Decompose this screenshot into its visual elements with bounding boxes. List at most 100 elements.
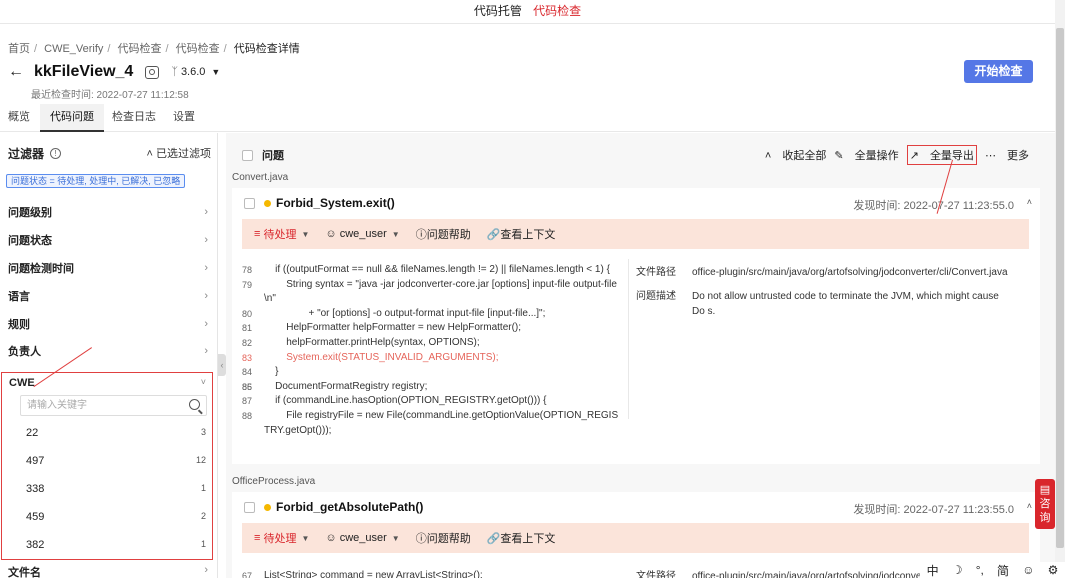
status-icon: ≡	[254, 532, 264, 544]
context-link[interactable]: 🔗 查看上下文	[487, 530, 556, 546]
caret-down-icon: ▼	[301, 533, 310, 543]
export-all-button[interactable]: ↗ 全量导出	[906, 145, 977, 165]
help-icon: ⓘ	[415, 229, 427, 241]
info-icon[interactable]: !	[50, 148, 62, 159]
context-link[interactable]: 🔗 查看上下文	[487, 226, 556, 242]
rule-name[interactable]: Forbid_System.exit()	[276, 196, 395, 210]
nav-code-hosting[interactable]: 代码托管	[474, 0, 522, 22]
status-dropdown[interactable]: ≡ 待处理 ▼	[254, 530, 309, 546]
consult-button[interactable]: ▤ 咨询	[1035, 479, 1055, 529]
code-line: 87 if (commandLine.hasOption(OPTION_REGI…	[242, 394, 622, 409]
cwe-id: 22	[26, 427, 39, 439]
branch-selector[interactable]: ᛉ 3.6.0 ▼	[171, 66, 220, 78]
simplified-toggle[interactable]: 简	[997, 562, 1009, 578]
sidebar-collapse-handle[interactable]: ‹	[218, 354, 226, 376]
cwe-option[interactable]: 382 1	[26, 539, 206, 553]
emoji-icon[interactable]: ☺	[1022, 563, 1034, 577]
punctuation-toggle[interactable]: °,	[976, 563, 984, 577]
filter-file-name[interactable]: 文件名 ›	[8, 564, 208, 578]
cwe-count: 1	[200, 539, 206, 549]
gear-icon[interactable]: ⚙	[1048, 563, 1059, 577]
code-line: 81 HelpFormatter helpFormatter = new Hel…	[242, 321, 622, 336]
line-number: 83	[242, 352, 253, 363]
tab-code-issues[interactable]: 代码问题	[40, 104, 104, 132]
assignee-label: cwe_user	[339, 228, 387, 240]
user-icon: ☺	[325, 532, 340, 544]
code-text: DocumentFormatRegistry registry;	[264, 380, 428, 392]
filter-rule[interactable]: 规则 ›	[8, 316, 208, 332]
breadcrumb-project[interactable]: CWE_Verify	[44, 43, 103, 55]
desc-value: Do not allow untrusted code to terminate…	[692, 291, 999, 317]
line-number: 81	[242, 323, 253, 334]
cwe-search-placeholder: 请输入关键字	[27, 400, 87, 411]
cwe-option[interactable]: 22 3	[26, 427, 206, 441]
chevron-down-icon[interactable]: ˅	[201, 377, 206, 387]
code-text: helpFormatter.printHelp(syntax, OPTIONS)…	[264, 336, 480, 348]
code-line: 79 String syntax = "java -jar jodconvert…	[242, 278, 622, 293]
start-check-button[interactable]: 开始检查	[964, 60, 1033, 83]
code-text: \n"	[264, 293, 276, 305]
cwe-title[interactable]: CWE	[9, 377, 35, 389]
chevron-up-icon[interactable]: ˄	[1027, 197, 1032, 207]
status-dropdown[interactable]: ≡ 待处理 ▼	[254, 226, 309, 242]
code-text: List<String> command = new ArrayList<Str…	[264, 570, 483, 578]
cwe-option[interactable]: 497 12	[26, 455, 206, 469]
context-label: 查看上下文	[500, 229, 556, 241]
moon-icon[interactable]: ☽	[952, 563, 963, 577]
severity-dot-icon	[264, 503, 271, 511]
chevron-right-icon: ›	[204, 318, 208, 330]
tab-settings[interactable]: 设置	[173, 104, 195, 132]
breadcrumb-code-check-2[interactable]: 代码检查	[176, 43, 220, 55]
link-icon: 🔗	[486, 228, 501, 241]
tab-bar: 概览 代码问题 检查日志 设置	[0, 104, 1055, 132]
back-arrow-icon[interactable]: ←	[8, 63, 24, 81]
chevron-right-icon: ›	[204, 262, 208, 274]
breadcrumb-home[interactable]: 首页	[8, 43, 30, 55]
filter-issue-status[interactable]: 问题状态 ›	[8, 232, 208, 248]
help-link[interactable]: ⓘ 问题帮助	[416, 226, 471, 242]
search-icon[interactable]	[189, 399, 200, 410]
scrollbar-thumb[interactable]	[1056, 28, 1064, 548]
code-line: 84 }	[242, 365, 622, 380]
branch-label: 3.6.0	[180, 66, 206, 78]
assignee-dropdown[interactable]: ☺ cwe_user ▼	[325, 228, 399, 240]
snapshot-icon[interactable]	[145, 65, 160, 79]
more-button[interactable]: ⋯ 更多	[985, 147, 1029, 163]
cwe-search-input[interactable]: 请输入关键字	[20, 395, 207, 416]
filter-language[interactable]: 语言 ›	[8, 288, 208, 304]
cwe-id: 338	[26, 483, 45, 495]
tab-overview[interactable]: 概览	[8, 104, 30, 132]
filter-detect-time[interactable]: 问题检测时间 ›	[8, 260, 208, 276]
assignee-dropdown[interactable]: ☺ cwe_user ▼	[325, 532, 399, 544]
path-label: 文件路径	[636, 571, 676, 578]
tab-check-log[interactable]: 检查日志	[112, 104, 156, 132]
user-icon: ☺	[325, 228, 340, 240]
line-number: 86	[242, 381, 253, 392]
filter-issue-level[interactable]: 问题级别 ›	[8, 204, 208, 220]
breadcrumb-code-check[interactable]: 代码检查	[118, 43, 162, 55]
chevron-up-icon[interactable]: ˄	[1027, 501, 1032, 511]
help-link[interactable]: ⓘ 问题帮助	[416, 530, 471, 546]
path-label: 文件路径	[636, 267, 676, 278]
filter-label: 问题状态	[8, 235, 52, 247]
page-scrollbar[interactable]	[1055, 0, 1065, 578]
status-filter-tag[interactable]: 问题状态 = 待处理, 处理中, 已解决, 已忽略	[6, 174, 186, 188]
breadcrumb-current: 代码检查详情	[233, 43, 300, 55]
ime-lang-toggle[interactable]: 中	[927, 562, 939, 578]
file-label: Convert.java	[232, 172, 289, 183]
rule-name[interactable]: Forbid_getAbsolutePath()	[276, 500, 423, 514]
selected-filters-toggle[interactable]: ˄ 已选过滤项	[147, 145, 212, 161]
select-all-checkbox[interactable]	[242, 149, 253, 161]
last-check-time: 最近检查时间: 2022-07-27 11:12:58	[31, 90, 189, 101]
cwe-option[interactable]: 338 1	[26, 483, 206, 497]
code-text: if ((outputFormat == null && fileNames.l…	[264, 264, 610, 275]
filter-owner[interactable]: 负责人 ›	[8, 343, 208, 359]
nav-code-check[interactable]: 代码检查	[533, 0, 581, 22]
assignee-label: cwe_user	[339, 532, 387, 544]
issue-checkbox[interactable]	[244, 501, 255, 513]
branch-icon: ᛉ	[171, 66, 178, 78]
cwe-option[interactable]: 459 2	[26, 511, 206, 525]
issue-checkbox[interactable]	[244, 197, 255, 209]
bulk-ops-button[interactable]: ✎ 全量操作	[834, 147, 898, 163]
collapse-all-button[interactable]: ˄ 收起全部	[765, 147, 826, 163]
